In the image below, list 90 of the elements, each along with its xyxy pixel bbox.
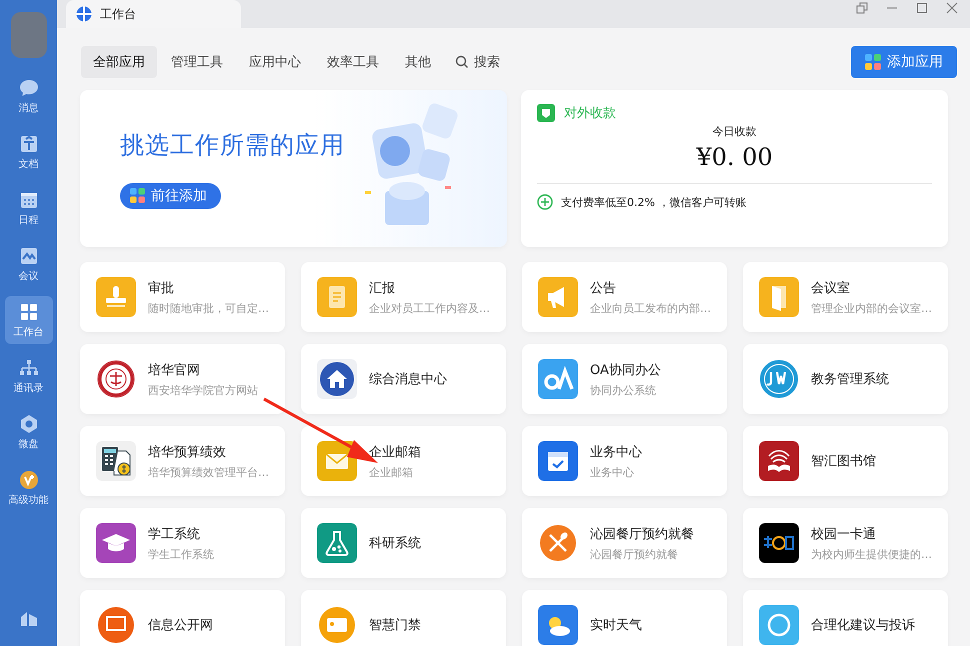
app-card[interactable]: 教务管理系统 <box>743 344 948 414</box>
sidebar-item[interactable]: 消息 <box>4 72 52 120</box>
app-title: 业务中心 <box>590 444 642 460</box>
amount-value: ¥0. 00 <box>695 143 774 171</box>
app-card[interactable]: 科研系统 <box>301 508 506 578</box>
sidebar-item[interactable]: 会议 <box>4 240 52 288</box>
app-description: 企业对员工工作内容及… <box>369 300 490 316</box>
app-title: 实时天气 <box>590 617 642 634</box>
app-title: 学工系统 <box>148 526 201 542</box>
app-card[interactable]: 合理化建议与投诉 <box>743 590 948 646</box>
promo-headline: 挑选工作所需的应用 <box>120 130 345 160</box>
org-chart-icon <box>18 358 38 378</box>
sidebar-item[interactable]: 文档 <box>4 128 52 176</box>
app-description: 随时随地审批，可自定… <box>148 300 269 316</box>
app-card[interactable]: 智汇图书馆 <box>743 426 948 496</box>
app-description: 学生工作系统 <box>148 546 214 562</box>
filter-tab[interactable]: 全部应用 <box>81 46 157 78</box>
app-card[interactable]: 业务中心 业务中心 <box>522 426 727 496</box>
sidebar-item[interactable]: 微盘 <box>4 408 52 456</box>
sidebar-item[interactable]: 日程 <box>4 184 52 232</box>
add-app-button[interactable]: 添加应用 <box>851 46 957 78</box>
app-card[interactable]: 智慧门禁 <box>301 590 506 646</box>
search-icon <box>455 55 469 69</box>
app-title: 沁园餐厅预约就餐 <box>590 526 694 542</box>
app-title: 智慧门禁 <box>369 617 421 634</box>
app-title: 审批 <box>148 280 175 296</box>
app-title: 合理化建议与投诉 <box>811 617 915 634</box>
app-description: 沁园餐厅预约就餐 <box>590 546 679 562</box>
app-card[interactable]: 汇报 企业对员工工作内容及… <box>301 262 506 332</box>
app-card[interactable]: 培华官网 西安培华学院官方网站 <box>80 344 285 414</box>
grid-icon <box>18 302 38 322</box>
app-grid-icon <box>865 54 881 70</box>
filter-tab[interactable]: 应用中心 <box>237 46 313 78</box>
vip-badge-icon <box>18 470 38 490</box>
fee-note: 支付费率低至0.2% ，微信客户可转账 <box>561 194 746 210</box>
app-title: 信息公开网 <box>148 617 213 634</box>
app-card[interactable]: 企业邮箱 企业邮箱 <box>301 426 506 496</box>
app-logo-icon <box>76 6 92 22</box>
document-icon <box>18 134 38 154</box>
app-description: 管理企业内部的会议室… <box>811 300 932 316</box>
app-card[interactable]: 培华预算绩效 培华预算绩效管理平台… <box>80 426 285 496</box>
app-card[interactable]: 会议室 管理企业内部的会议室… <box>743 262 948 332</box>
chat-bubble-icon <box>18 78 38 98</box>
app-title: OA协同办公 <box>590 362 661 378</box>
app-grid-icon <box>130 188 145 203</box>
app-card[interactable]: 校园一卡通 为校内师生提供便捷的… <box>743 508 948 578</box>
app-title: 培华预算绩效 <box>148 444 227 460</box>
app-card[interactable]: 沁园餐厅预约就餐 沁园餐厅预约就餐 <box>522 508 727 578</box>
app-card[interactable]: OA协同办公 协同办公系统 <box>522 344 727 414</box>
app-title: 汇报 <box>369 280 396 296</box>
app-description: 企业向员工发布的内部… <box>590 300 711 316</box>
window-tab[interactable]: 工作台 <box>66 0 241 28</box>
app-title: 校园一卡通 <box>811 526 877 542</box>
app-description: 为校内师生提供便捷的… <box>811 546 932 562</box>
app-card[interactable]: 公告 企业向员工发布的内部… <box>522 262 727 332</box>
app-description: 培华预算绩效管理平台… <box>148 464 269 480</box>
avatar-photo-placeholder <box>10 12 46 58</box>
app-title: 教务管理系统 <box>811 371 889 388</box>
sidebar-item[interactable]: 通讯录 <box>4 352 52 400</box>
filter-tab[interactable]: 其他 <box>393 46 443 78</box>
app-card[interactable]: 综合消息中心 <box>301 344 506 414</box>
meeting-icon <box>18 246 38 266</box>
plus-circle-icon[interactable] <box>537 194 553 210</box>
today-label: 今日收款 <box>712 124 758 139</box>
restore-icon[interactable] <box>856 2 868 14</box>
ecard-logo-icon <box>759 523 799 563</box>
filter-tab[interactable]: 管理工具 <box>159 46 235 78</box>
app-card[interactable]: 学工系统 学生工作系统 <box>80 508 285 578</box>
payment-title: 对外收款 <box>564 105 616 122</box>
app-title: 综合消息中心 <box>369 371 447 388</box>
app-card[interactable]: 实时天气 <box>522 590 727 646</box>
close-icon[interactable] <box>946 2 958 14</box>
maximize-icon[interactable] <box>916 2 928 14</box>
app-description: 西安培华学院官方网站 <box>148 382 258 398</box>
search-button[interactable]: 搜索 <box>445 46 510 78</box>
app-title: 企业邮箱 <box>369 444 421 460</box>
app-title: 科研系统 <box>369 535 421 552</box>
sidebar-item[interactable]: 高级功能 <box>4 464 52 512</box>
wallet-icon <box>537 104 555 122</box>
app-title: 公告 <box>590 280 617 296</box>
app-description: 企业邮箱 <box>369 464 414 480</box>
app-title: 会议室 <box>811 280 851 296</box>
app-card[interactable]: 信息公开网 <box>80 590 285 646</box>
app-description: 协同办公系统 <box>590 382 657 398</box>
app-description: 业务中心 <box>590 464 635 480</box>
filter-tab[interactable]: 效率工具 <box>315 46 391 78</box>
app-card[interactable]: 审批 随时随地审批，可自定… <box>80 262 285 332</box>
app-title: 智汇图书馆 <box>811 453 876 470</box>
app-title: 培华官网 <box>148 362 201 378</box>
go-add-button[interactable]: 前往添加 <box>120 182 221 208</box>
